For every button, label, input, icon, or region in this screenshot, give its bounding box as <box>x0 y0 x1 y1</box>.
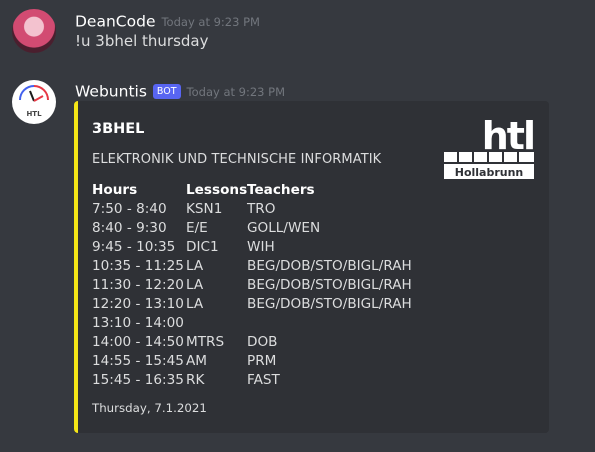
field-value: KSN1 <box>186 201 223 217</box>
field-value: TRO <box>247 201 276 217</box>
field-value: 12:20 - 13:10 <box>92 296 184 312</box>
field-name: Hours <box>92 182 138 198</box>
embed-title: 3BHEL <box>92 121 145 137</box>
field-value: MTRS <box>186 334 225 350</box>
field-lessons: Lessons KSN1 E/E DIC1 LA LA LA MTRS AM RK <box>186 181 247 390</box>
field-value: RK <box>186 372 205 388</box>
field-value: GOLL/WEN <box>247 220 321 236</box>
field-values: KSN1 E/E DIC1 LA LA LA MTRS AM RK <box>186 200 247 390</box>
field-teachers: Teachers TRO GOLL/WEN WIH BEG/DOB/STO/BIGL/… <box>247 181 412 390</box>
field-value: BEG/DOB/STO/BIGL/RAH <box>247 277 412 293</box>
svg-text:Hollabrunn: Hollabrunn <box>455 166 524 179</box>
field-value: DOB <box>247 334 278 350</box>
htl-clock-icon: HTL <box>19 85 49 118</box>
field-value <box>247 314 412 333</box>
field-value: 14:55 - 15:45 <box>92 353 184 369</box>
field-value: E/E <box>186 220 208 236</box>
user-avatar[interactable] <box>12 9 56 53</box>
message-header: Webuntis BOT Today at 9:23 PM <box>75 81 285 101</box>
field-value: LA <box>186 277 204 293</box>
field-value: 10:35 - 11:25 <box>92 258 184 274</box>
field-value: LA <box>186 258 204 274</box>
htl-hollabrunn-logo: htl Hollabrunn <box>444 117 536 179</box>
field-value: AM <box>186 353 208 369</box>
field-value: 15:45 - 16:35 <box>92 372 184 388</box>
field-value: PRM <box>247 353 277 369</box>
timestamp: Today at 9:23 PM <box>186 84 286 99</box>
field-value: 13:10 - 14:00 <box>92 315 184 331</box>
field-values: 7:50 - 8:40 8:40 - 9:30 9:45 - 10:35 10:35 … <box>92 200 184 390</box>
field-value: 14:00 - 14:50 <box>92 334 184 350</box>
field-name: Teachers <box>247 182 315 198</box>
field-value: LA <box>186 296 204 312</box>
embed-card: 3BHEL ELEKTRONIK UND TECHNISCHE INFORMAT… <box>74 101 549 433</box>
bot-avatar[interactable]: HTL <box>12 80 56 124</box>
field-value: 9:45 - 10:35 <box>92 239 176 255</box>
field-value: BEG/DOB/STO/BIGL/RAH <box>247 296 412 312</box>
field-value <box>186 314 247 333</box>
embed-footer: Thursday, 7.1.2021 <box>92 401 207 415</box>
field-values: TRO GOLL/WEN WIH BEG/DOB/STO/BIGL/RAH BEG/DO… <box>247 200 412 390</box>
field-value: 8:40 - 9:30 <box>92 220 167 236</box>
message-header: DeanCode Today at 9:23 PM <box>75 11 260 31</box>
bot-badge: BOT <box>152 84 181 99</box>
svg-text:HTL: HTL <box>26 110 42 118</box>
embed-description: ELEKTRONIK UND TECHNISCHE INFORMATIK <box>92 152 382 167</box>
username[interactable]: DeanCode <box>75 13 155 31</box>
message-content: !u 3bhel thursday <box>75 32 209 50</box>
username[interactable]: Webuntis <box>75 83 147 101</box>
field-name: Lessons <box>186 182 248 198</box>
field-value: 11:30 - 12:20 <box>92 277 184 293</box>
field-value: DIC1 <box>186 239 219 255</box>
field-value: WIH <box>247 239 275 255</box>
field-hours: Hours 7:50 - 8:40 8:40 - 9:30 9:45 - 10:35… <box>92 181 184 390</box>
timestamp: Today at 9:23 PM <box>161 14 260 29</box>
field-value: FAST <box>247 372 280 388</box>
field-value: 7:50 - 8:40 <box>92 201 167 217</box>
field-value: BEG/DOB/STO/BIGL/RAH <box>247 258 412 274</box>
svg-text:htl: htl <box>482 117 534 158</box>
